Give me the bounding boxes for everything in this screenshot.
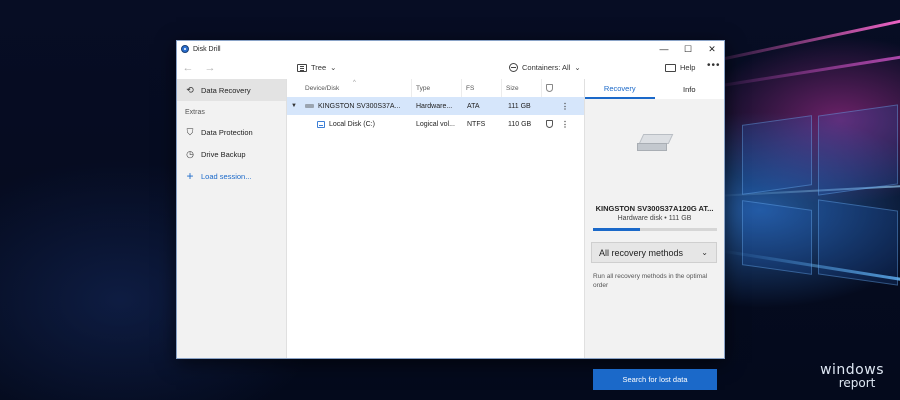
panel-tabs: Recovery Info (585, 79, 724, 99)
column-header-protection[interactable] (541, 79, 553, 97)
forward-arrow-icon[interactable]: → (199, 62, 221, 74)
device-name: Local Disk (C:) (329, 120, 375, 128)
device-fs: ATA (467, 102, 480, 110)
help-label: Help (680, 63, 696, 72)
window-controls: — ☐ ✕ (652, 41, 724, 57)
drive-usage-bar (593, 228, 717, 231)
wallpaper-window-pane (742, 115, 812, 195)
windows-report-logo: windows report (820, 363, 884, 390)
chevron-down-icon: ⌄ (574, 63, 581, 72)
history-icon: ⟲ (186, 84, 194, 95)
table-row[interactable]: ▼ KINGSTON SV300S37A... Hardware... ATA … (287, 97, 584, 115)
column-header-device[interactable]: Device/Disk (301, 79, 339, 97)
plus-icon: + (186, 169, 194, 183)
disk-drill-app-icon (181, 45, 189, 53)
sidebar-item-drive-backup[interactable]: ◷ Drive Backup (177, 143, 286, 165)
recovery-method-dropdown[interactable]: All recovery methods ⌄ (591, 242, 717, 263)
row-menu-icon[interactable]: ⋮ (561, 120, 569, 129)
disk-list: ^ Device/Disk Type FS Size ▼ KINGSTON SV… (287, 79, 585, 358)
recovery-method-value: All recovery methods (599, 247, 684, 258)
device-size: 110 GB (508, 120, 532, 128)
device-type: Hardware... (416, 102, 453, 110)
logo-text-line2: report (838, 376, 876, 390)
device-type: Logical vol... (416, 120, 455, 128)
title-bar[interactable]: Disk Drill — ☐ ✕ (177, 41, 724, 57)
recovery-panel: Recovery Info KINGSTON SV300S37A120G AT.… (585, 79, 724, 390)
column-header-type[interactable]: Type (411, 79, 430, 97)
table-header: ^ Device/Disk Type FS Size (287, 79, 584, 97)
sidebar-item-label: Data Protection (201, 127, 253, 137)
back-arrow-icon[interactable]: ← (177, 62, 199, 74)
help-book-icon (665, 63, 676, 72)
load-session-link[interactable]: + Load session... (177, 165, 286, 187)
hard-drive-icon (635, 134, 674, 154)
volume-icon (317, 120, 325, 128)
sidebar-item-label: Drive Backup (201, 149, 246, 159)
hard-disk-icon (305, 104, 314, 108)
containers-filter-label: Containers: All (522, 63, 571, 72)
table-row[interactable]: Local Disk (C:) Logical vol... NTFS 110 … (287, 115, 584, 133)
filter-icon (509, 63, 518, 72)
column-header-fs[interactable]: FS (461, 79, 474, 97)
sidebar-item-data-recovery[interactable]: ⟲ Data Recovery (177, 79, 286, 101)
selected-drive-details: Hardware disk • 111 GB (617, 215, 692, 222)
shield-check-icon: ⛉ (186, 126, 194, 137)
view-mode-button[interactable]: Tree ⌄ (297, 63, 336, 72)
sidebar-item-label: Load session... (201, 171, 252, 181)
device-name: KINGSTON SV300S37A... (318, 102, 401, 110)
chevron-down-icon: ⌄ (701, 248, 708, 257)
device-fs: NTFS (467, 120, 486, 128)
drive-usage-fill (593, 228, 641, 231)
protection-shield-icon[interactable] (546, 120, 553, 128)
device-size: 111 GB (508, 102, 531, 110)
sort-caret-icon: ^ (353, 80, 356, 86)
wallpaper-window-pane (818, 104, 898, 196)
hard-drive-icon-front (637, 143, 667, 151)
sidebar-section-extras: Extras (185, 108, 205, 116)
sidebar: ⟲ Data Recovery Extras ⛉ Data Protection… (177, 79, 287, 358)
tree-view-icon (297, 63, 307, 72)
sidebar-item-label: Data Recovery (201, 85, 251, 95)
tab-info[interactable]: Info (655, 79, 725, 99)
containers-filter-button[interactable]: Containers: All ⌄ (509, 63, 581, 72)
close-button[interactable]: ✕ (700, 41, 724, 57)
more-options-icon[interactable]: ••• (707, 60, 721, 71)
selected-drive-name: KINGSTON SV300S37A120G AT... (595, 204, 714, 213)
view-mode-label: Tree (311, 63, 327, 72)
clock-backup-icon: ◷ (186, 148, 194, 159)
row-menu-icon[interactable]: ⋮ (561, 102, 569, 111)
toolbar: ← → Tree ⌄ Containers: All ⌄ Help ••• (177, 57, 724, 79)
tab-recovery[interactable]: Recovery (585, 79, 655, 99)
help-button[interactable]: Help (665, 63, 695, 72)
chevron-down-icon: ⌄ (330, 63, 337, 72)
expand-triangle-icon[interactable]: ▼ (291, 103, 297, 109)
recovery-method-description: Run all recovery methods in the optimal … (593, 273, 708, 289)
column-header-size[interactable]: Size (501, 79, 519, 97)
sidebar-item-data-protection[interactable]: ⛉ Data Protection (177, 121, 286, 143)
maximize-button[interactable]: ☐ (676, 41, 700, 57)
wallpaper-window-pane (818, 199, 898, 286)
disk-drill-window: Disk Drill — ☐ ✕ ← → Tree ⌄ Containers: … (176, 40, 725, 390)
search-for-lost-data-button[interactable]: Search for lost data (593, 369, 717, 390)
window-title: Disk Drill (193, 45, 221, 53)
shield-check-icon (546, 84, 553, 92)
wallpaper-window-pane (742, 200, 812, 275)
minimize-button[interactable]: — (652, 41, 676, 57)
